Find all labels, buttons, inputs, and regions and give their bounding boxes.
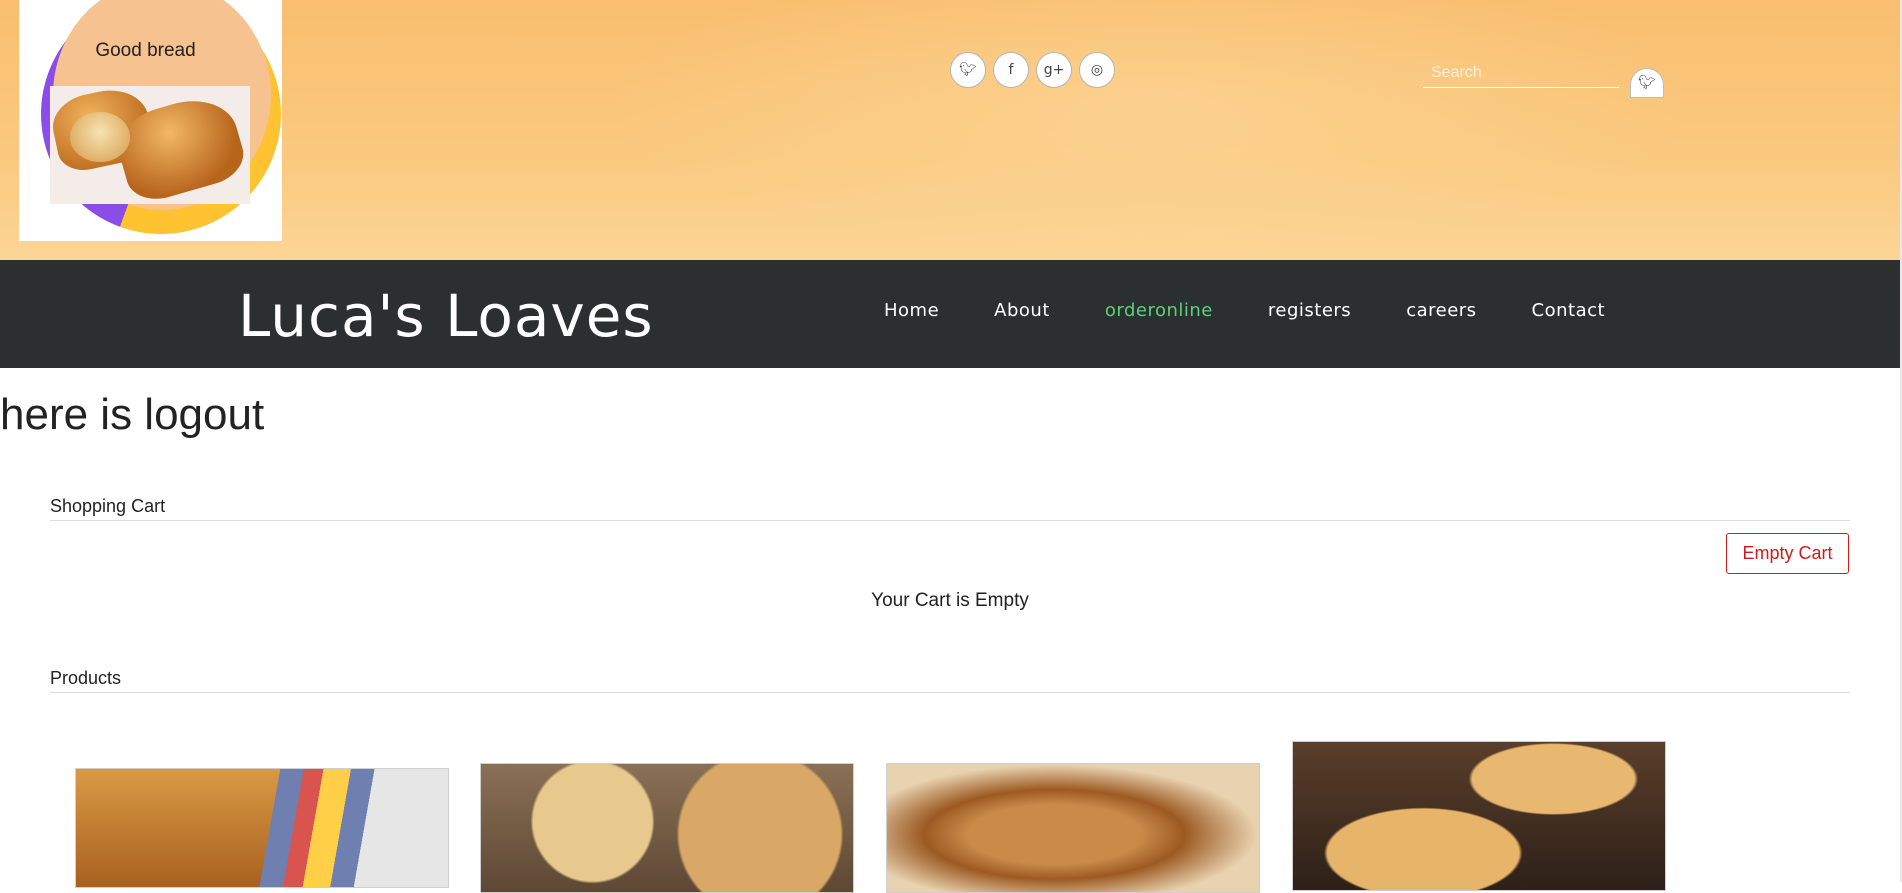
twitter-icon[interactable]: 🐦︎ (950, 52, 986, 88)
products-title: Products (50, 668, 122, 688)
cart-empty-message: Your Cart is Empty (871, 590, 1029, 611)
dribbble-icon[interactable]: ◎ (1079, 52, 1115, 88)
nav-careers[interactable]: careers (1406, 300, 1476, 321)
site-brand[interactable]: Luca's Loaves (238, 282, 654, 350)
nav-orderonline[interactable]: orderonline (1105, 300, 1213, 321)
product-image-artisan-loaves[interactable] (480, 763, 854, 893)
main-navbar: Luca's Loaves Home About orderonline reg… (0, 260, 1900, 368)
header-banner: Good bread 🐦︎ f g+ ◎ 🐦︎ (0, 0, 1900, 260)
nav-home[interactable]: Home (884, 300, 939, 321)
search-input[interactable] (1423, 58, 1619, 88)
search-submit-button[interactable]: 🐦︎ (1630, 68, 1664, 98)
site-logo[interactable]: Good bread (19, 0, 282, 241)
product-image-crusty-bread[interactable] (886, 763, 1260, 893)
social-links: 🐦︎ f g+ ◎ (950, 52, 1115, 88)
search-form: 🐦︎ (1423, 58, 1664, 98)
divider (50, 520, 1850, 521)
nav-registers[interactable]: registers (1268, 300, 1351, 321)
shopping-cart-title: Shopping Cart (50, 496, 166, 516)
logo-bread-image (50, 86, 250, 204)
divider (50, 692, 1850, 693)
product-image-sliced-bread[interactable] (75, 768, 449, 888)
bread-slice-shape (70, 112, 130, 162)
product-image-pies[interactable] (1292, 741, 1666, 891)
page-heading: here is logout (0, 390, 265, 439)
twitter-icon: 🐦︎ (1638, 75, 1656, 91)
nav-contact[interactable]: Contact (1532, 300, 1606, 321)
facebook-icon[interactable]: f (993, 52, 1029, 88)
nav-about[interactable]: About (994, 300, 1050, 321)
empty-cart-button[interactable]: Empty Cart (1726, 533, 1849, 574)
logo-text: Good bread (95, 40, 196, 61)
google-plus-icon[interactable]: g+ (1036, 52, 1072, 88)
nav-menu: Home About orderonline registers careers… (884, 300, 1660, 321)
